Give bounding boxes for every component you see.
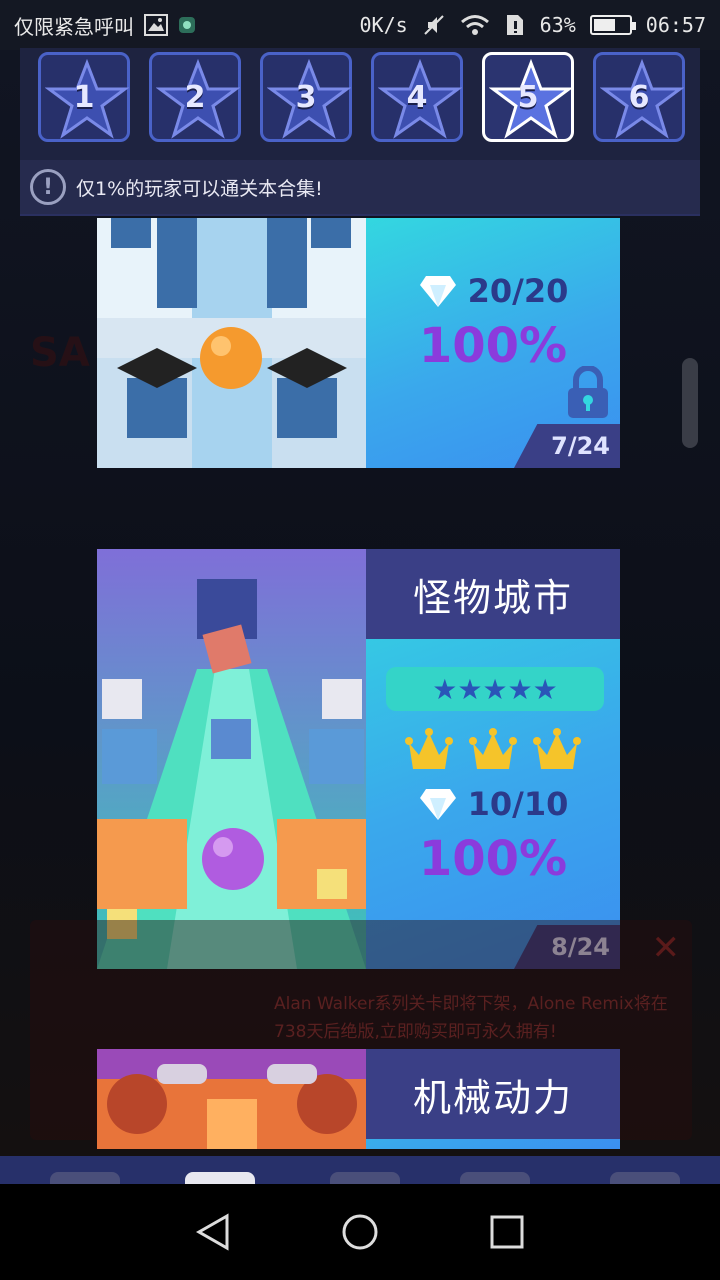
navigation-bar: [0, 1184, 720, 1280]
info-icon: !: [30, 169, 66, 205]
star-tab-number: 3: [295, 79, 317, 115]
app-notification-icon: [179, 17, 195, 33]
star-tab-number: 2: [184, 79, 206, 115]
star-tab-number: 4: [406, 79, 428, 115]
diamond-icon: [419, 789, 456, 820]
home-icon[interactable]: [340, 1212, 380, 1252]
level-8-title: 怪物城市: [366, 549, 620, 639]
image-icon: [144, 14, 168, 36]
star-tab-2[interactable]: 2: [149, 52, 241, 142]
collection-header: 1 2 3 4 5 6 ! 仅1%的玩家可以通关本合集!: [20, 48, 700, 216]
level-7-artwork: [97, 218, 366, 468]
network-speed: 0K/s: [359, 13, 408, 37]
level-9-title: 机械动力: [366, 1049, 620, 1139]
star-tab-3[interactable]: 3: [260, 52, 352, 142]
close-icon[interactable]: ✕: [652, 928, 681, 968]
crown-icon: [469, 728, 517, 769]
scrollbar[interactable]: [682, 358, 698, 448]
sim-alert-icon: [506, 15, 523, 35]
star-tab-5[interactable]: 5: [482, 52, 574, 142]
notice-text: 仅1%的玩家可以通关本合集!: [76, 177, 323, 200]
level-8-percent: 100%: [418, 831, 568, 887]
star-tab-number: 1: [73, 79, 95, 115]
level-8-info: 怪物城市 ★★★★★ 10/10 100% 8/24: [366, 549, 620, 969]
recents-icon[interactable]: [487, 1212, 527, 1252]
level-7-info: 20/20 100% 7/24: [366, 218, 620, 468]
level-8-crowns: [366, 727, 620, 775]
status-bar: 仅限紧急呼叫 0K/s 63% 06:57: [0, 0, 720, 50]
clock: 06:57: [645, 13, 706, 37]
level-8-star-rating: ★★★★★: [386, 667, 604, 711]
level-card-7[interactable]: 20/20 100% 7/24: [97, 218, 620, 468]
diamond-icon: [419, 276, 456, 307]
levels-tab-icon[interactable]: [185, 1172, 255, 1184]
battery-icon: [589, 15, 636, 35]
promo-text: Alan Walker系列关卡即将下架，Alone Remix将在738天后绝版…: [274, 994, 668, 1042]
crown-icon: [533, 728, 581, 769]
bottom-tab-bar: [0, 1156, 720, 1184]
mute-icon: [423, 15, 444, 35]
screen: SA 仅限紧急呼叫 0K/s 63% 06:57 20/20 100% 7/24…: [0, 0, 720, 1280]
level-8-artwork: [97, 549, 366, 969]
carrier-text: 仅限紧急呼叫: [14, 14, 134, 39]
settings-tab-icon[interactable]: [610, 1172, 680, 1184]
level-7-progress: 7/24: [514, 424, 620, 468]
level-card-9[interactable]: 机械动力: [97, 1049, 620, 1149]
rank-tab-icon[interactable]: [330, 1172, 400, 1184]
level-7-gem-count: 20/20: [467, 272, 569, 310]
battery-percent: 63%: [539, 13, 576, 37]
star-tab-6[interactable]: 6: [593, 52, 685, 142]
background-sale-badge: SA: [30, 330, 90, 376]
wifi-icon: [460, 15, 489, 35]
star-tab-1[interactable]: 1: [38, 52, 130, 142]
level-9-info: 机械动力: [366, 1049, 620, 1149]
crown-icon: [405, 728, 453, 769]
level-9-artwork: [97, 1049, 366, 1149]
level-8-gem-count: 10/10: [467, 785, 569, 823]
home-tab-icon[interactable]: [50, 1172, 120, 1184]
notice-bar: ! 仅1%的玩家可以通关本合集!: [20, 160, 700, 214]
star-tabs: 1 2 3 4 5 6: [38, 52, 685, 142]
level-7-gems: 20/20: [366, 272, 620, 310]
shop-tab-icon[interactable]: [460, 1172, 530, 1184]
level-8-gems: 10/10: [366, 785, 620, 823]
star-tab-number: 6: [628, 79, 650, 115]
lock-icon: [568, 366, 608, 418]
back-icon[interactable]: [193, 1212, 233, 1252]
level-card-8[interactable]: 怪物城市 ★★★★★ 10/10 100% 8/24: [97, 549, 620, 969]
star-tab-4[interactable]: 4: [371, 52, 463, 142]
star-tab-number: 5: [517, 79, 539, 115]
